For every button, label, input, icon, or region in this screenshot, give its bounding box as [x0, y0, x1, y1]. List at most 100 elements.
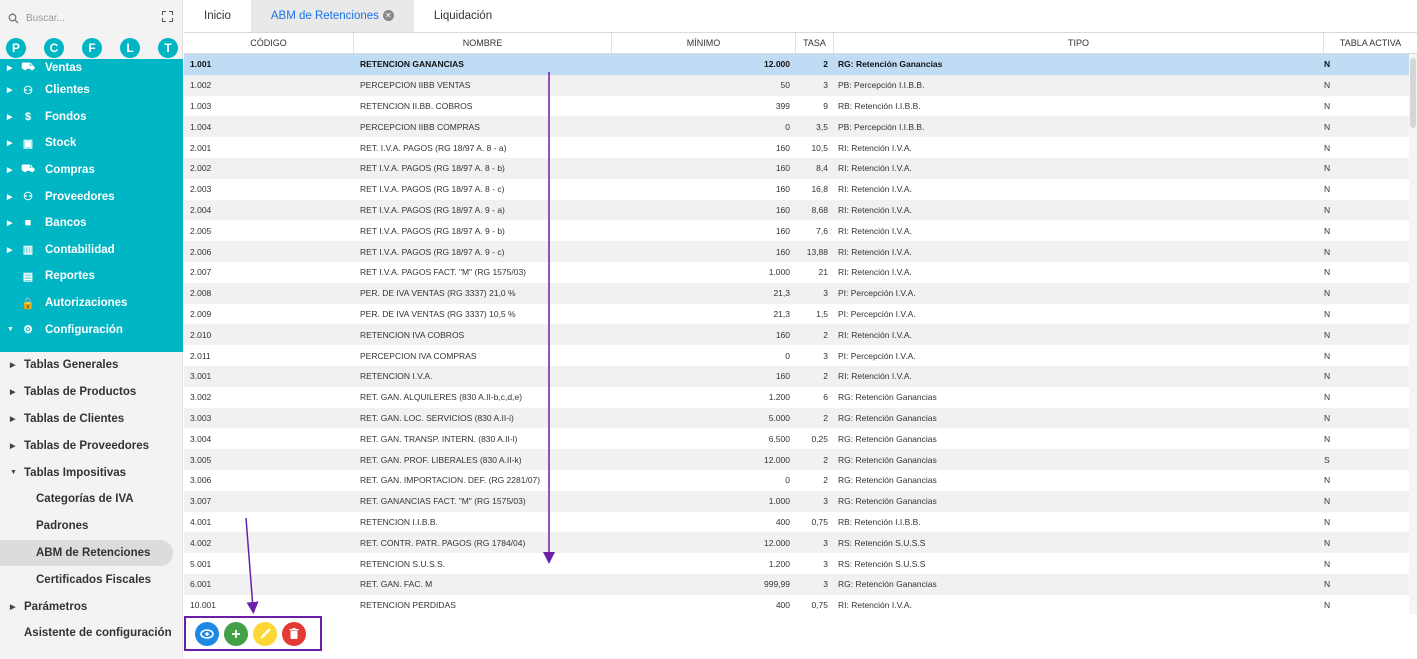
- table-row[interactable]: 2.006 RET I.V.A. PAGOS (RG 18/97 A. 9 - c…: [184, 241, 1417, 262]
- cell-tasa: 13,88: [806, 246, 828, 257]
- table-row[interactable]: 3.005 RET. GAN. PROF. LIBERALES (830 A.II…: [184, 449, 1417, 470]
- submenu-parametros[interactable]: ▶ Parámetros: [0, 593, 183, 620]
- menu-label: Proveedores: [45, 190, 115, 203]
- table-row[interactable]: 2.008 PER. DE IVA VENTAS (RG 3337) 21,0 %…: [184, 282, 1417, 304]
- table-row[interactable]: 1.003 RETENCION II.BB. COBROS 399 9 RB: Rete…: [184, 96, 1417, 117]
- column-header-tabla-activa[interactable]: TABLA ACTIVA: [1324, 33, 1417, 54]
- caret-right-icon: ▶: [7, 65, 13, 72]
- table-row[interactable]: 4.001 RETENCION I.I.B.B. 400 0,75 RB: Retenc…: [184, 512, 1417, 533]
- search-input[interactable]: [26, 12, 156, 24]
- cell-tasa: 3: [823, 80, 828, 91]
- letter-f-button[interactable]: F: [82, 38, 102, 58]
- table-row[interactable]: 3.001 RETENCION I.V.A. 160 2 RI: Retención I…: [184, 365, 1417, 387]
- table-scrollbar[interactable]: [1409, 54, 1417, 614]
- cell-tabla-activa: N: [1324, 579, 1331, 590]
- letter-t-button[interactable]: T: [158, 38, 178, 58]
- table-row[interactable]: 3.002 RET. GAN. ALQUILERES (830 A.II-b,c,…: [184, 387, 1417, 408]
- cell-nombre: RET. GAN. PROF. LIBERALES (830 A.II-k): [360, 454, 522, 465]
- table-row[interactable]: 2.003 RET I.V.A. PAGOS (RG 18/97 A. 8 - c…: [184, 179, 1417, 200]
- column-header-tipo[interactable]: TIPO: [834, 32, 1324, 54]
- cell-tabla-activa: N: [1324, 121, 1331, 132]
- add-button[interactable]: [224, 621, 248, 646]
- cell-tasa: 7,6: [816, 225, 828, 236]
- submenu-categorias-iva[interactable]: Categorías de IVA: [0, 486, 183, 513]
- table-row[interactable]: 2.010 RETENCION IVA COBROS 160 2 RI: Retenci…: [184, 324, 1417, 346]
- table-row[interactable]: 3.006 RET. GAN. IMPORTACION. DEF. (RG 228…: [184, 470, 1417, 491]
- dollar-icon: $: [24, 110, 32, 123]
- caret-right-icon: ▶: [10, 415, 16, 423]
- submenu-tablas-clientes[interactable]: ▶ Tablas de Clientes: [0, 406, 183, 433]
- menu-label: Compras: [45, 164, 95, 177]
- cell-tabla-activa: N: [1324, 142, 1331, 153]
- table-row[interactable]: 6.001 RET. GAN. FAC. M 999,99 3 RG: Retenció…: [184, 573, 1417, 595]
- tab-inicio[interactable]: Inicio: [184, 0, 251, 32]
- letter-c-button[interactable]: C: [44, 38, 64, 58]
- submenu-tablas-proveedores[interactable]: ▶ Tablas de Proveedores: [0, 432, 183, 459]
- submenu-padrones[interactable]: Padrones: [0, 513, 183, 540]
- sidebar-item-contabilidad[interactable]: ▶ ▥ Contabilidad: [0, 237, 183, 264]
- sidebar-item-ventas[interactable]: ▶ ⛟ Ventas: [0, 59, 183, 77]
- table-row[interactable]: 2.002 RET I.V.A. PAGOS (RG 18/97 A. 8 - b…: [184, 157, 1417, 179]
- delete-button[interactable]: [282, 621, 306, 646]
- sidebar-item-compras[interactable]: ▶ ⛟ Compras: [0, 157, 183, 184]
- submenu-asistente-configuracion[interactable]: Asistente de configuración: [0, 620, 183, 647]
- close-icon[interactable]: ✕: [382, 10, 394, 21]
- sidebar-item-proveedores[interactable]: ▶ ⚇ Proveedores: [0, 183, 183, 210]
- table-row[interactable]: 2.007 RET I.V.A. PAGOS FACT. "M" (RG 1575…: [184, 262, 1417, 283]
- cell-tasa: 3: [823, 350, 828, 361]
- table-row[interactable]: 2.011 PERCEPCION IVA COMPRAS 0 3 PI: Percepc…: [184, 345, 1417, 366]
- sidebar-item-reportes[interactable]: ▶ ▤ Reportes: [0, 263, 183, 290]
- table-row[interactable]: 2.001 RET. I.V.A. PAGOS (RG 18/97 A. 8 - …: [184, 137, 1417, 158]
- cell-nombre: RET. GAN. IMPORTACION. DEF. (RG 2281/07): [360, 475, 541, 486]
- cell-nombre: RET. GAN. TRANSP. INTERN. (830 A.II-l): [360, 433, 518, 444]
- cell-tabla-activa: N: [1324, 392, 1331, 403]
- submenu-abm-retenciones[interactable]: ABM de Retenciones: [0, 539, 173, 567]
- table-row[interactable]: 5.001 RETENCION S.U.S.S. 1.200 3 RS: Retenci…: [184, 553, 1417, 574]
- sidebar-item-configuracion[interactable]: ▼ ⚙ Configuración: [0, 316, 183, 343]
- cell-tipo: RS: Retención S.U.S.S: [838, 558, 926, 569]
- table-row[interactable]: 2.005 RET I.V.A. PAGOS (RG 18/97 A. 9 - b…: [184, 220, 1417, 241]
- expand-icon[interactable]: [162, 11, 173, 22]
- submenu-tablas-generales[interactable]: ▶ Tablas Generales: [0, 352, 183, 379]
- submenu-tablas-productos[interactable]: ▶ Tablas de Productos: [0, 379, 183, 406]
- table-row[interactable]: 2.004 RET I.V.A. PAGOS (RG 18/97 A. 9 - a…: [184, 199, 1417, 221]
- table-row[interactable]: 1.002 PERCEPCION IIBB VENTAS 50 3 PB: Percep…: [184, 74, 1417, 96]
- sidebar-item-stock[interactable]: ▶ ▣ Stock: [0, 130, 183, 157]
- table-row[interactable]: 3.003 RET. GAN. LOC. SERVICIOS (830 A.II-…: [184, 407, 1417, 429]
- cell-tabla-activa: N: [1324, 600, 1331, 611]
- column-header-minimo[interactable]: MÍNIMO: [612, 32, 796, 54]
- sidebar-item-autorizaciones[interactable]: ▶ 🔒 Autorizaciones: [0, 290, 183, 317]
- cell-codigo: 2.009: [190, 308, 212, 319]
- letter-p-button[interactable]: P: [6, 38, 26, 58]
- sidebar-item-clientes[interactable]: ▶ ⚇ Clientes: [0, 77, 183, 104]
- table-row[interactable]: 2.009 PER. DE IVA VENTAS (RG 3337) 10,5 %…: [184, 304, 1417, 325]
- sidebar-item-bancos[interactable]: ▶ ■ Bancos: [0, 210, 183, 237]
- sidebar-item-fondos[interactable]: ▶ $ Fondos: [0, 104, 183, 131]
- table-row[interactable]: 4.002 RET. CONTR. PATR. PAGOS (RG 1784/04…: [184, 532, 1417, 554]
- cell-minimo: 399: [775, 100, 790, 111]
- tab-liquidacion[interactable]: Liquidación: [414, 0, 512, 32]
- table-row[interactable]: 3.007 RET. GANANCIAS FACT. "M" (RG 1575/0…: [184, 490, 1417, 512]
- view-button[interactable]: [195, 621, 219, 646]
- edit-button[interactable]: [253, 621, 277, 646]
- column-header-tasa[interactable]: TASA: [796, 32, 834, 54]
- cell-minimo: 50: [780, 80, 790, 91]
- table-row[interactable]: 1.001 RETENCION GANANCIAS 12.000 2 RG: Reten…: [184, 54, 1417, 75]
- table-row[interactable]: 1.004 PERCEPCION IIBB COMPRAS 0 3,5 PB: Perc…: [184, 116, 1417, 138]
- cell-codigo: 2.010: [190, 329, 212, 340]
- submenu-certificados-fiscales[interactable]: Certificados Fiscales: [0, 566, 183, 593]
- column-header-codigo[interactable]: CÓDIGO: [184, 32, 354, 54]
- column-header-nombre[interactable]: NOMBRE: [354, 32, 612, 54]
- pencil-icon: [260, 628, 270, 639]
- table-row[interactable]: 10.001 RETENCION PERDIDAS 400 0,75 RI: Reten…: [184, 595, 1417, 616]
- table-row[interactable]: 3.004 RET. GAN. TRANSP. INTERN. (830 A.II…: [184, 428, 1417, 449]
- scrollbar-thumb[interactable]: [1410, 58, 1416, 128]
- cell-tabla-activa: N: [1324, 267, 1331, 278]
- cell-minimo: 160: [775, 246, 790, 257]
- caret-down-icon: ▼: [7, 326, 14, 334]
- submenu-tablas-impositivas[interactable]: ▼ Tablas Impositivas: [0, 459, 183, 486]
- tab-abm-retenciones[interactable]: ABM de Retenciones ✕: [250, 0, 414, 32]
- cell-nombre: RET. GANANCIAS FACT. "M" (RG 1575/03): [360, 496, 526, 507]
- cell-tabla-activa: N: [1324, 204, 1331, 215]
- letter-l-button[interactable]: L: [120, 38, 140, 58]
